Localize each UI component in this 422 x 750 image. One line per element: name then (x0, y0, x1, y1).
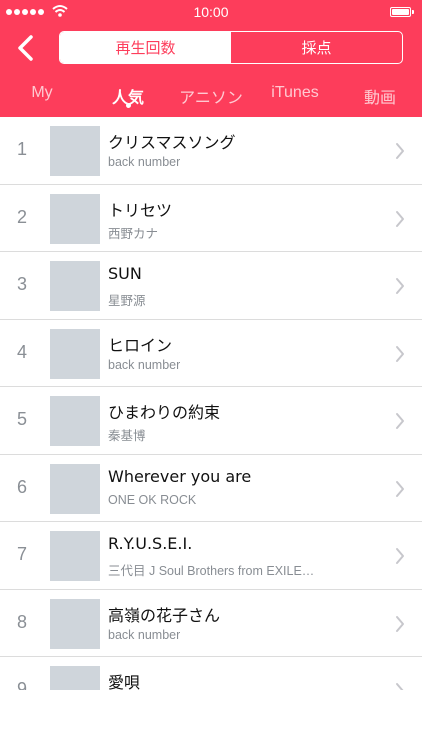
rank-number: 3 (17, 274, 28, 294)
chevron-right-icon (396, 480, 404, 497)
album-art-thumbnail (50, 531, 100, 581)
artist-name: back number (108, 357, 181, 372)
rank-number: 7 (17, 544, 28, 564)
song-row[interactable]: 1 クリスマスソング back number (0, 117, 422, 185)
rank-number: 4 (17, 341, 28, 362)
tab-my[interactable]: My (31, 84, 52, 102)
list-bottom-mask (0, 690, 422, 750)
category-tabs: My 人気 アニソン iTunes 動画 (0, 80, 422, 110)
artist-name: back number (108, 155, 181, 169)
chevron-right-icon (396, 615, 404, 632)
active-tab-indicator (126, 103, 131, 108)
song-title: ヒロイン (108, 335, 173, 355)
rank-number: 2 (17, 206, 28, 227)
rank-number: 8 (17, 611, 28, 632)
tab-itunes[interactable]: iTunes (271, 84, 318, 102)
artist-name: 秦基博 (108, 429, 146, 443)
artist-name: back number (108, 627, 181, 642)
artist-name: ONE OK ROCK (108, 492, 197, 507)
album-art-thumbnail (50, 463, 100, 514)
song-title: Wherever you are (108, 466, 252, 486)
song-row[interactable]: 4 ヒロイン back number (0, 320, 422, 388)
album-art-thumbnail (50, 598, 100, 649)
song-title: ひまわりの約束 (108, 403, 221, 422)
song-title: 高嶺の花子さん (108, 605, 221, 625)
chevron-right-icon (396, 278, 404, 294)
chevron-right-icon (396, 548, 404, 564)
song-title: トリセツ (108, 200, 173, 220)
song-row[interactable]: 2 トリセツ 西野カナ (0, 185, 422, 253)
song-title: クリスマスソング (108, 133, 236, 152)
battery-icon (390, 7, 414, 18)
album-art-thumbnail (50, 328, 100, 379)
artist-name: 三代目 J Soul Brothers from EXILE… (108, 564, 315, 578)
chevron-right-icon (396, 143, 404, 159)
chevron-right-icon (396, 413, 404, 429)
song-row[interactable]: 8 高嶺の花子さん back number (0, 590, 422, 658)
song-title: R.Y.U.S.E.I. (108, 534, 193, 553)
song-title: SUN (108, 264, 142, 283)
status-time: 10:00 (193, 4, 229, 20)
artist-name: 星野源 (108, 294, 146, 308)
album-art-thumbnail (50, 261, 100, 311)
song-row[interactable]: 5 ひまわりの約束 秦基博 (0, 387, 422, 455)
ranking-type-segmented-control: 再生回数 採点 (59, 31, 403, 64)
rank-number: 6 (17, 476, 28, 497)
album-art-thumbnail (50, 126, 100, 176)
back-chevron-icon[interactable] (14, 34, 40, 62)
app-header: 10:00 再生回数 採点 My 人気 アニソン iTunes 動画 (0, 0, 422, 117)
segment-score[interactable]: 採点 (231, 32, 402, 63)
song-row[interactable]: 6 Wherever you are ONE OK ROCK (0, 455, 422, 523)
chevron-right-icon (396, 345, 404, 362)
rank-number: 5 (17, 409, 28, 429)
artist-name: 西野カナ (108, 226, 159, 241)
tab-video[interactable]: 動画 (364, 84, 396, 108)
song-row[interactable]: 7 R.Y.U.S.E.I. 三代目 J Soul Brothers from … (0, 522, 422, 590)
tab-anison[interactable]: アニソン (179, 84, 243, 108)
rank-number: 1 (17, 139, 28, 159)
album-art-thumbnail (50, 396, 100, 446)
chevron-right-icon (396, 210, 404, 227)
song-ranking-list: 1 クリスマスソング back number 2 トリセツ 西野カナ 3 SUN… (0, 117, 422, 725)
status-bar: 10:00 (0, 0, 422, 24)
album-art-thumbnail (50, 193, 100, 244)
segment-play-count[interactable]: 再生回数 (60, 32, 231, 63)
song-row[interactable]: 3 SUN 星野源 (0, 252, 422, 320)
